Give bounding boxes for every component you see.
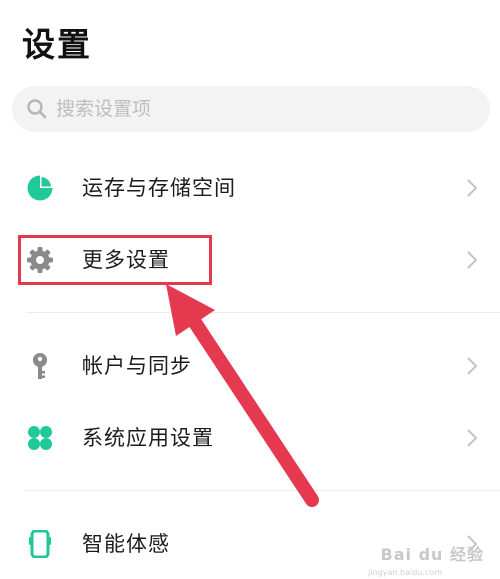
chevron-right-icon xyxy=(467,179,478,197)
settings-item-label: 帐户与同步 xyxy=(82,354,192,378)
settings-item-label: 系统应用设置 xyxy=(82,426,214,450)
watermark-url: jingyan.baidu.com xyxy=(368,568,442,577)
section-divider xyxy=(26,312,500,313)
search-bar[interactable] xyxy=(12,86,490,132)
page-title: 设置 xyxy=(22,25,92,64)
watermark-logo: Bai du 经验 xyxy=(380,545,484,564)
section-divider xyxy=(26,490,500,491)
settings-item-system-apps[interactable]: 系统应用设置 xyxy=(0,406,500,470)
chevron-right-icon xyxy=(467,357,478,375)
phone-icon xyxy=(29,530,51,558)
search-input[interactable] xyxy=(56,86,456,132)
settings-item-label: 运存与存储空间 xyxy=(82,176,236,200)
chevron-right-icon xyxy=(467,429,478,447)
search-icon xyxy=(27,99,47,119)
pie-chart-icon xyxy=(27,175,53,201)
settings-item-account[interactable]: 帐户与同步 xyxy=(0,334,500,398)
chevron-right-icon xyxy=(467,251,478,269)
grid-icon xyxy=(28,426,52,450)
settings-item-storage[interactable]: 运存与存储空间 xyxy=(0,156,500,220)
key-icon xyxy=(33,353,47,379)
highlight-box xyxy=(18,235,212,285)
settings-item-label: 智能体感 xyxy=(82,532,170,556)
